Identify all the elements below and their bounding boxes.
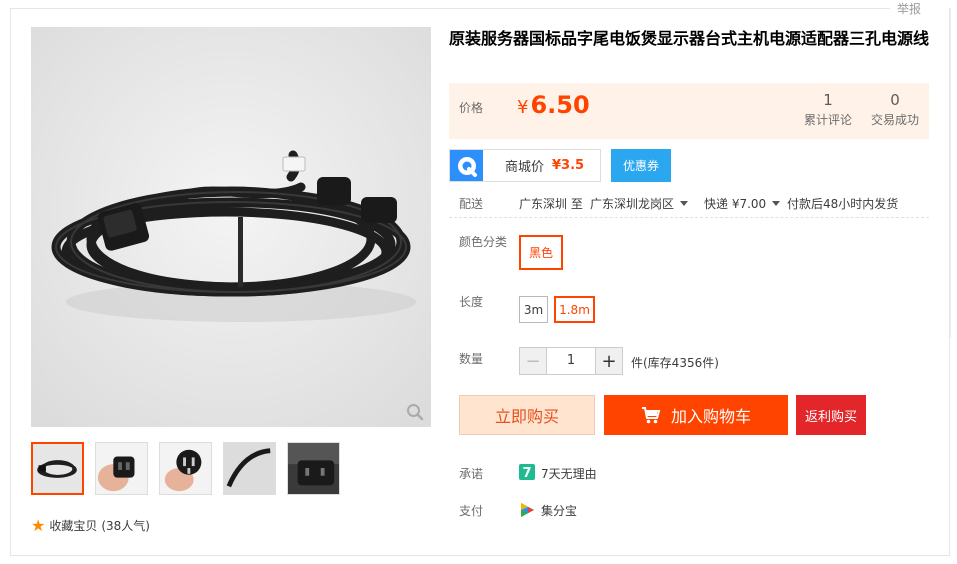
add-to-cart-label: 加入购物车 bbox=[670, 407, 751, 426]
coupon-button[interactable]: 优惠券 bbox=[611, 149, 671, 182]
color-option-black[interactable]: 黑色 bbox=[519, 235, 563, 270]
main-product-image[interactable] bbox=[31, 27, 431, 427]
length-label: 长度 bbox=[459, 295, 484, 309]
shipping-fee: 快递 ¥7.00 bbox=[704, 197, 767, 211]
seven-day-return-icon: 7 bbox=[519, 464, 535, 480]
product-title: 原装服务器国标品字尾电饭煲显示器台式主机电源适配器三孔电源线 bbox=[449, 29, 930, 48]
mall-price-box: 商城价 ¥3.5 bbox=[449, 149, 601, 182]
quantity-decrease-button[interactable]: − bbox=[519, 347, 547, 375]
delivery-to-select[interactable]: 广东深圳龙岗区 bbox=[590, 195, 689, 212]
favorite-count: (38人气) bbox=[101, 519, 150, 533]
jifenbao-icon bbox=[521, 503, 534, 517]
delivery-label: 配送 bbox=[459, 197, 484, 211]
promise-label: 承诺 bbox=[459, 467, 484, 481]
promise-text[interactable]: 7天无理由 bbox=[541, 465, 597, 482]
currency-symbol: ¥ bbox=[517, 97, 529, 118]
price-box: 价格 ¥6.50 1 累计评论 0 交易成功 bbox=[449, 83, 929, 139]
report-link[interactable]: 举报 bbox=[893, 0, 926, 17]
deal-count: 0 bbox=[890, 91, 900, 109]
price-label: 价格 bbox=[459, 101, 484, 115]
thumbnail-3[interactable] bbox=[159, 442, 212, 495]
chevron-down-icon bbox=[680, 201, 689, 206]
mall-price-label: 商城价 bbox=[505, 160, 545, 175]
stock-text: 件(库存4356件) bbox=[631, 356, 719, 370]
deal-label: 交易成功 bbox=[870, 113, 919, 127]
price-value: ¥6.50 bbox=[517, 91, 590, 119]
payment-label: 支付 bbox=[459, 504, 484, 518]
quantity-increase-button[interactable]: + bbox=[595, 347, 623, 375]
add-to-cart-button[interactable]: 加入购物车 bbox=[604, 395, 788, 435]
favorite-button[interactable]: ★ 收藏宝贝 (38人气) bbox=[31, 517, 150, 534]
quantity-stepper: − 1 + bbox=[519, 347, 623, 375]
price-amount: 6.50 bbox=[530, 91, 590, 119]
review-count: 1 bbox=[823, 91, 833, 109]
quantity-input[interactable]: 1 bbox=[547, 347, 595, 375]
color-label: 颜色分类 bbox=[459, 235, 508, 249]
payment-text[interactable]: 集分宝 bbox=[541, 502, 577, 519]
review-stat[interactable]: 1 累计评论 bbox=[803, 91, 853, 128]
cart-icon bbox=[641, 407, 661, 424]
thumbnail-2[interactable] bbox=[95, 442, 148, 495]
thumbnail-strip bbox=[31, 442, 340, 495]
tmall-q-icon bbox=[450, 150, 483, 181]
ship-time: 付款后48小时内发货 bbox=[787, 197, 899, 211]
thumbnail-1[interactable] bbox=[31, 442, 84, 495]
length-option-3m[interactable]: 3m bbox=[519, 296, 548, 323]
mall-price-value: ¥3.5 bbox=[552, 158, 585, 173]
buy-now-button[interactable]: 立即购买 bbox=[459, 395, 595, 435]
delivery-from: 广东深圳 至 bbox=[519, 197, 583, 211]
right-rail bbox=[950, 8, 957, 338]
favorite-label: 收藏宝贝 bbox=[49, 519, 98, 533]
review-label: 累计评论 bbox=[803, 113, 852, 127]
thumbnail-5[interactable] bbox=[287, 442, 340, 495]
shipping-select[interactable]: 快递 ¥7.00 bbox=[704, 195, 781, 212]
star-icon: ★ bbox=[31, 515, 46, 535]
thumbnail-4[interactable] bbox=[223, 442, 276, 495]
rebate-buy-button[interactable]: 返利购买 bbox=[796, 395, 866, 435]
length-option-1-8m[interactable]: 1.8m bbox=[554, 296, 595, 323]
delivery-row: 配送 广东深圳 至 广东深圳龙岗区 快递 ¥7.00 付款后48小时内发货 bbox=[449, 190, 929, 218]
zoom-icon[interactable] bbox=[406, 403, 424, 421]
chevron-down-icon bbox=[772, 201, 781, 206]
quantity-label: 数量 bbox=[459, 352, 484, 366]
deal-stat: 0 交易成功 bbox=[869, 91, 921, 128]
delivery-to: 广东深圳龙岗区 bbox=[590, 197, 675, 211]
seven-day-icon-text: 7 bbox=[522, 466, 531, 480]
